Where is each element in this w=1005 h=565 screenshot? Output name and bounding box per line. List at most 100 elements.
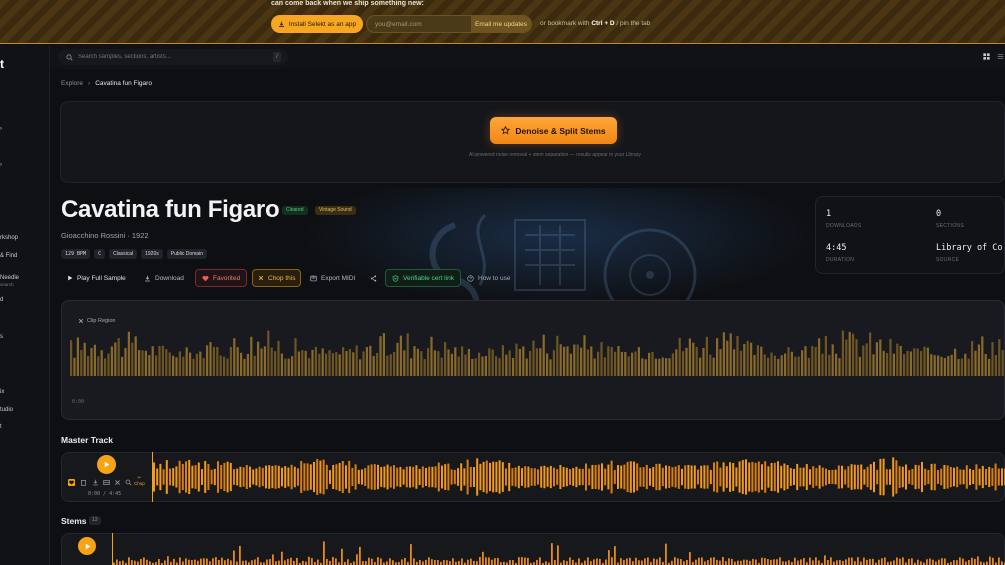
waveform-bar: [338, 354, 341, 376]
chop-this-button[interactable]: Chop this: [252, 269, 302, 287]
waveform-bar: [941, 558, 943, 565]
waveform-bar: [611, 557, 613, 565]
waveform-bar: [206, 558, 208, 565]
waveform-bar: [783, 463, 786, 491]
breadcrumb-explore[interactable]: Explore: [61, 80, 83, 87]
waveform-bar: [695, 559, 697, 565]
waveform-bar: [866, 466, 869, 488]
waveform-bar: [297, 468, 299, 486]
waveform-bar: [447, 463, 450, 491]
waveform-bar: [287, 358, 290, 376]
waveform-bar: [449, 561, 451, 565]
waveform-bar: [892, 457, 895, 497]
how-to-use-button[interactable]: How to use: [467, 269, 511, 287]
waveform-bar: [418, 469, 421, 485]
waveform-bar: [335, 558, 337, 565]
waveform-bar: [255, 468, 258, 486]
waveform-bar: [753, 354, 756, 376]
waveform-bar: [821, 353, 824, 376]
verifiable-cert-link-button[interactable]: Verifiable cert link: [385, 269, 461, 287]
stem-play-button[interactable]: [78, 537, 96, 555]
waveform-bar: [341, 548, 343, 565]
chop-mini-button[interactable]: ✂ Chop: [134, 475, 145, 487]
waveform-bar: [274, 465, 277, 489]
sidebar-item-partial[interactable]: ›: [0, 162, 2, 168]
waveform-bar: [444, 464, 447, 490]
list-view-icon[interactable]: [997, 53, 1004, 60]
waveform-bar: [751, 461, 754, 493]
waveform-bar: [253, 355, 256, 376]
waveform-bar: [348, 349, 351, 376]
waveform-bar: [971, 557, 973, 565]
denoise-button-label: Denoise & Split Stems: [515, 125, 606, 136]
waveform-bar: [489, 462, 491, 492]
waveform-bar: [348, 460, 351, 494]
waveform-bar: [410, 358, 413, 376]
waveform-bar: [508, 462, 511, 492]
waveform-bar: [194, 465, 197, 489]
sidebar-item-needle[interactable]: Needle: [0, 275, 19, 281]
waveform-bar: [926, 347, 929, 376]
waveform-bar: [899, 345, 902, 376]
waveform-bar: [736, 336, 739, 376]
waveform-bar: [645, 464, 648, 490]
waveform-bar: [603, 357, 606, 376]
sidebar-item-workshop[interactable]: rkshop: [0, 235, 18, 241]
search-bar[interactable]: [58, 49, 288, 65]
waveform-bar: [844, 469, 847, 485]
master-play-button[interactable]: [97, 455, 116, 474]
waveform-bar: [347, 559, 349, 565]
clip-waveform[interactable]: [70, 326, 1005, 376]
download-icon[interactable]: [92, 479, 99, 486]
waveform-bar: [914, 464, 917, 490]
install-app-button[interactable]: Install Selekt as an app: [271, 15, 363, 33]
waveform-bar: [287, 558, 289, 565]
sidebar-item-studio[interactable]: tudio: [0, 407, 13, 413]
waveform-bar: [309, 464, 312, 490]
copy-icon[interactable]: [80, 479, 87, 486]
share-button[interactable]: [370, 269, 377, 287]
email-input[interactable]: [367, 20, 471, 28]
master-waveform[interactable]: [153, 455, 1005, 499]
layers-icon[interactable]: [103, 479, 110, 486]
waveform-bar: [93, 344, 96, 376]
waveform-bar: [801, 350, 804, 376]
waveform-bar: [252, 469, 255, 485]
waveform-bar: [569, 353, 572, 376]
sidebar-item-t[interactable]: t: [0, 424, 2, 430]
export-midi-button[interactable]: Export MIDI: [310, 269, 355, 287]
email-updates-button[interactable]: Email me updates: [471, 16, 531, 32]
waveform-bar: [997, 468, 1000, 486]
waveform-bar: [917, 559, 919, 565]
waveform-bar: [175, 466, 178, 488]
denoise-split-stems-button[interactable]: Denoise & Split Stems: [490, 117, 617, 144]
waveform-bar: [994, 463, 997, 491]
waveform-bar: [274, 351, 277, 376]
breadcrumb-current: Cavatina fun Figaro: [95, 80, 152, 87]
waveform-bar: [404, 557, 406, 565]
waveform-bar: [223, 356, 226, 376]
sidebar-item-mix[interactable]: ix: [0, 389, 4, 395]
waveform-bar: [529, 351, 532, 376]
grid-view-icon[interactable]: [983, 53, 990, 60]
favorite-icon[interactable]: [68, 479, 75, 486]
favorited-button[interactable]: Favorited: [195, 269, 248, 287]
close-icon[interactable]: [114, 479, 121, 486]
sidebar-item-partial[interactable]: ›: [0, 126, 2, 132]
waveform-bar: [206, 345, 209, 376]
sidebar-item-d[interactable]: d: [0, 297, 3, 303]
waveform-bar: [908, 558, 910, 565]
search-input[interactable]: [78, 54, 268, 60]
sidebar-item-s[interactable]: s: [0, 334, 3, 340]
waveform-bar: [149, 561, 151, 565]
zoom-icon[interactable]: [125, 479, 132, 486]
stem-waveform[interactable]: [113, 535, 1005, 565]
download-button[interactable]: Download: [144, 269, 184, 287]
waveform-bar: [464, 354, 467, 376]
waveform-bar: [476, 561, 478, 565]
waveform-bar: [709, 354, 712, 376]
waveform-bar: [425, 467, 427, 487]
play-full-sample-button[interactable]: Play Full Sample: [67, 269, 126, 287]
waveform-bar: [431, 559, 433, 565]
sidebar-item-find[interactable]: & Find: [0, 253, 17, 259]
